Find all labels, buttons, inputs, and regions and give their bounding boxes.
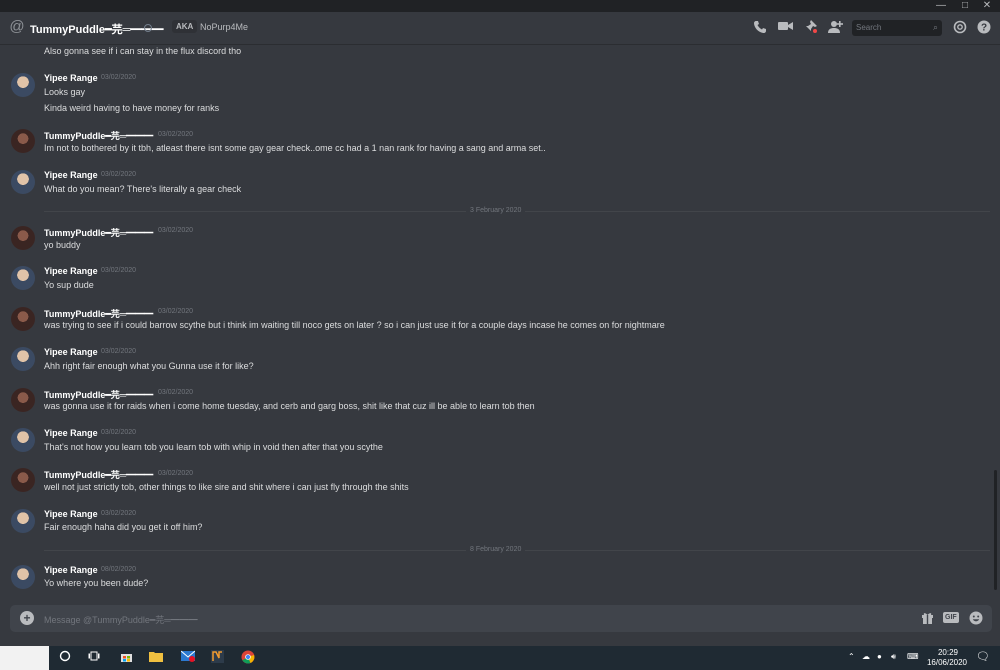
status-indicator-icon [144, 24, 152, 32]
message-author[interactable]: TummyPuddle━芫═━━━ [44, 129, 153, 142]
task-view-icon[interactable] [86, 650, 102, 666]
avatar[interactable] [11, 73, 35, 97]
message-author[interactable]: Yipee Range [44, 347, 98, 357]
message-text: Im not to bothered by it tbh, atleast th… [44, 143, 546, 153]
message-text: well not just strictly tob, other things… [44, 482, 409, 492]
avatar[interactable] [11, 468, 35, 492]
message-author[interactable]: TummyPuddle━芫═━━━ [44, 468, 153, 481]
message-timestamp: 03/02/2020 [101, 348, 137, 355]
upload-plus-icon[interactable]: + [20, 611, 34, 625]
message-composer[interactable]: + Message @TummyPuddle━芫═━━━ GIF [10, 605, 992, 632]
message-author[interactable]: TummyPuddle━芫═━━━ [44, 307, 153, 320]
avatar[interactable] [11, 565, 35, 589]
tray-app-icon[interactable]: ● [877, 652, 882, 661]
close-button[interactable]: ✕ [976, 0, 998, 12]
message-timestamp: 03/02/2020 [158, 470, 194, 477]
message-author[interactable]: Yipee Range [44, 428, 98, 438]
avatar[interactable] [11, 428, 35, 452]
search-placeholder: Search [856, 23, 882, 32]
search-icon: ⌕ [932, 22, 938, 32]
message-timestamp: 03/02/2020 [158, 389, 194, 396]
scrollbar-thumb[interactable] [994, 470, 997, 590]
help-icon[interactable]: ? [976, 20, 992, 36]
avatar[interactable] [11, 266, 35, 290]
date-divider-label: 3 February 2020 [466, 207, 526, 214]
message-input-placeholder[interactable]: Message @TummyPuddle━芫═━━━ [44, 613, 198, 626]
message-timestamp: 03/02/2020 [158, 227, 194, 234]
aka-badge: AKA [172, 20, 198, 33]
message-timestamp: 03/02/2020 [101, 74, 137, 81]
message-text: That's not how you learn tob you learn t… [44, 442, 383, 452]
tray-cloud-icon[interactable]: ☁ [862, 652, 870, 661]
gif-button[interactable]: GIF [943, 612, 959, 623]
message-timestamp: 03/02/2020 [101, 510, 137, 517]
message-text: Kinda weird having to have money for ran… [44, 103, 220, 113]
message-author[interactable]: Yipee Range [44, 266, 98, 276]
app-icon[interactable] [209, 650, 225, 666]
video-icon[interactable] [777, 20, 793, 36]
avatar[interactable] [11, 129, 35, 153]
notifications-icon[interactable]: 🗨︎ [976, 650, 990, 663]
window-titlebar: — □ ✕ [0, 0, 1000, 12]
message-timestamp: 08/02/2020 [101, 566, 137, 573]
message-timestamp: 03/02/2020 [101, 429, 137, 436]
volume-icon[interactable]: 🔊︎ [891, 652, 896, 662]
windows-taskbar: ⌃ ☁ ● 🔊︎ ⌨ 20:29 16/06/2020 🗨︎ [0, 646, 1000, 670]
taskbar-clock-time[interactable]: 20:29 [928, 648, 968, 657]
message-timestamp: 03/02/2020 [101, 267, 137, 274]
message-text: Ahh right fair enough what you Gunna use… [44, 361, 254, 371]
avatar[interactable] [11, 347, 35, 371]
avatar[interactable] [11, 170, 35, 194]
mail-icon[interactable] [180, 650, 196, 666]
keyboard-icon[interactable]: ⌨ [907, 652, 919, 661]
message-author[interactable]: Yipee Range [44, 509, 98, 519]
add-friend-icon[interactable] [827, 20, 843, 36]
avatar[interactable] [11, 509, 35, 533]
pin-icon[interactable] [802, 20, 818, 36]
taskbar-search-box[interactable] [0, 646, 49, 670]
message-timestamp: 03/02/2020 [158, 131, 194, 138]
svg-text:?: ? [981, 23, 987, 34]
call-icon[interactable] [752, 20, 768, 36]
at-icon: @ [9, 18, 25, 35]
minimize-button[interactable]: — [930, 0, 952, 12]
store-icon[interactable] [118, 650, 134, 666]
message-text: Yo where you been dude? [44, 578, 149, 588]
message-text: Fair enough haha did you get it off him? [44, 522, 203, 532]
mention-icon[interactable] [952, 20, 968, 36]
message-text: Looks gay [44, 87, 86, 97]
message-text: was trying to see if i could barrow scyt… [44, 320, 665, 330]
dm-header: @ TummyPuddle━芫═━━━ AKA NoPurp4Me Search… [0, 12, 1000, 45]
message-timestamp: 03/02/2020 [158, 308, 194, 315]
message-text: yo buddy [44, 240, 81, 250]
avatar[interactable] [11, 226, 35, 250]
taskbar-clock-date[interactable]: 16/06/2020 [924, 658, 970, 667]
avatar[interactable] [11, 307, 35, 331]
message-author[interactable]: Yipee Range [44, 565, 98, 575]
date-divider-label: 8 February 2020 [466, 546, 526, 553]
cortana-icon[interactable] [57, 650, 73, 666]
chrome-icon[interactable] [240, 650, 256, 666]
gift-icon[interactable] [919, 611, 935, 627]
file-explorer-icon[interactable] [148, 650, 164, 666]
message-author[interactable]: Yipee Range [44, 73, 98, 83]
message-text: Also gonna see if i can stay in the flux… [44, 46, 242, 56]
message-text: was gonna use it for raids when i come h… [44, 401, 535, 411]
message-author[interactable]: TummyPuddle━芫═━━━ [44, 388, 153, 401]
aka-name: NoPurp4Me [200, 22, 249, 32]
search-input[interactable]: Search ⌕ [852, 20, 942, 36]
message-text: Yo sup dude [44, 280, 94, 290]
emoji-icon[interactable] [968, 611, 984, 627]
avatar[interactable] [11, 388, 35, 412]
message-text: What do you mean? There's literally a ge… [44, 184, 242, 194]
tray-chevron-icon[interactable]: ⌃ [848, 652, 855, 661]
message-timestamp: 03/02/2020 [101, 171, 137, 178]
message-author[interactable]: TummyPuddle━芫═━━━ [44, 226, 153, 239]
message-author[interactable]: Yipee Range [44, 170, 98, 180]
maximize-button[interactable]: □ [954, 0, 976, 12]
